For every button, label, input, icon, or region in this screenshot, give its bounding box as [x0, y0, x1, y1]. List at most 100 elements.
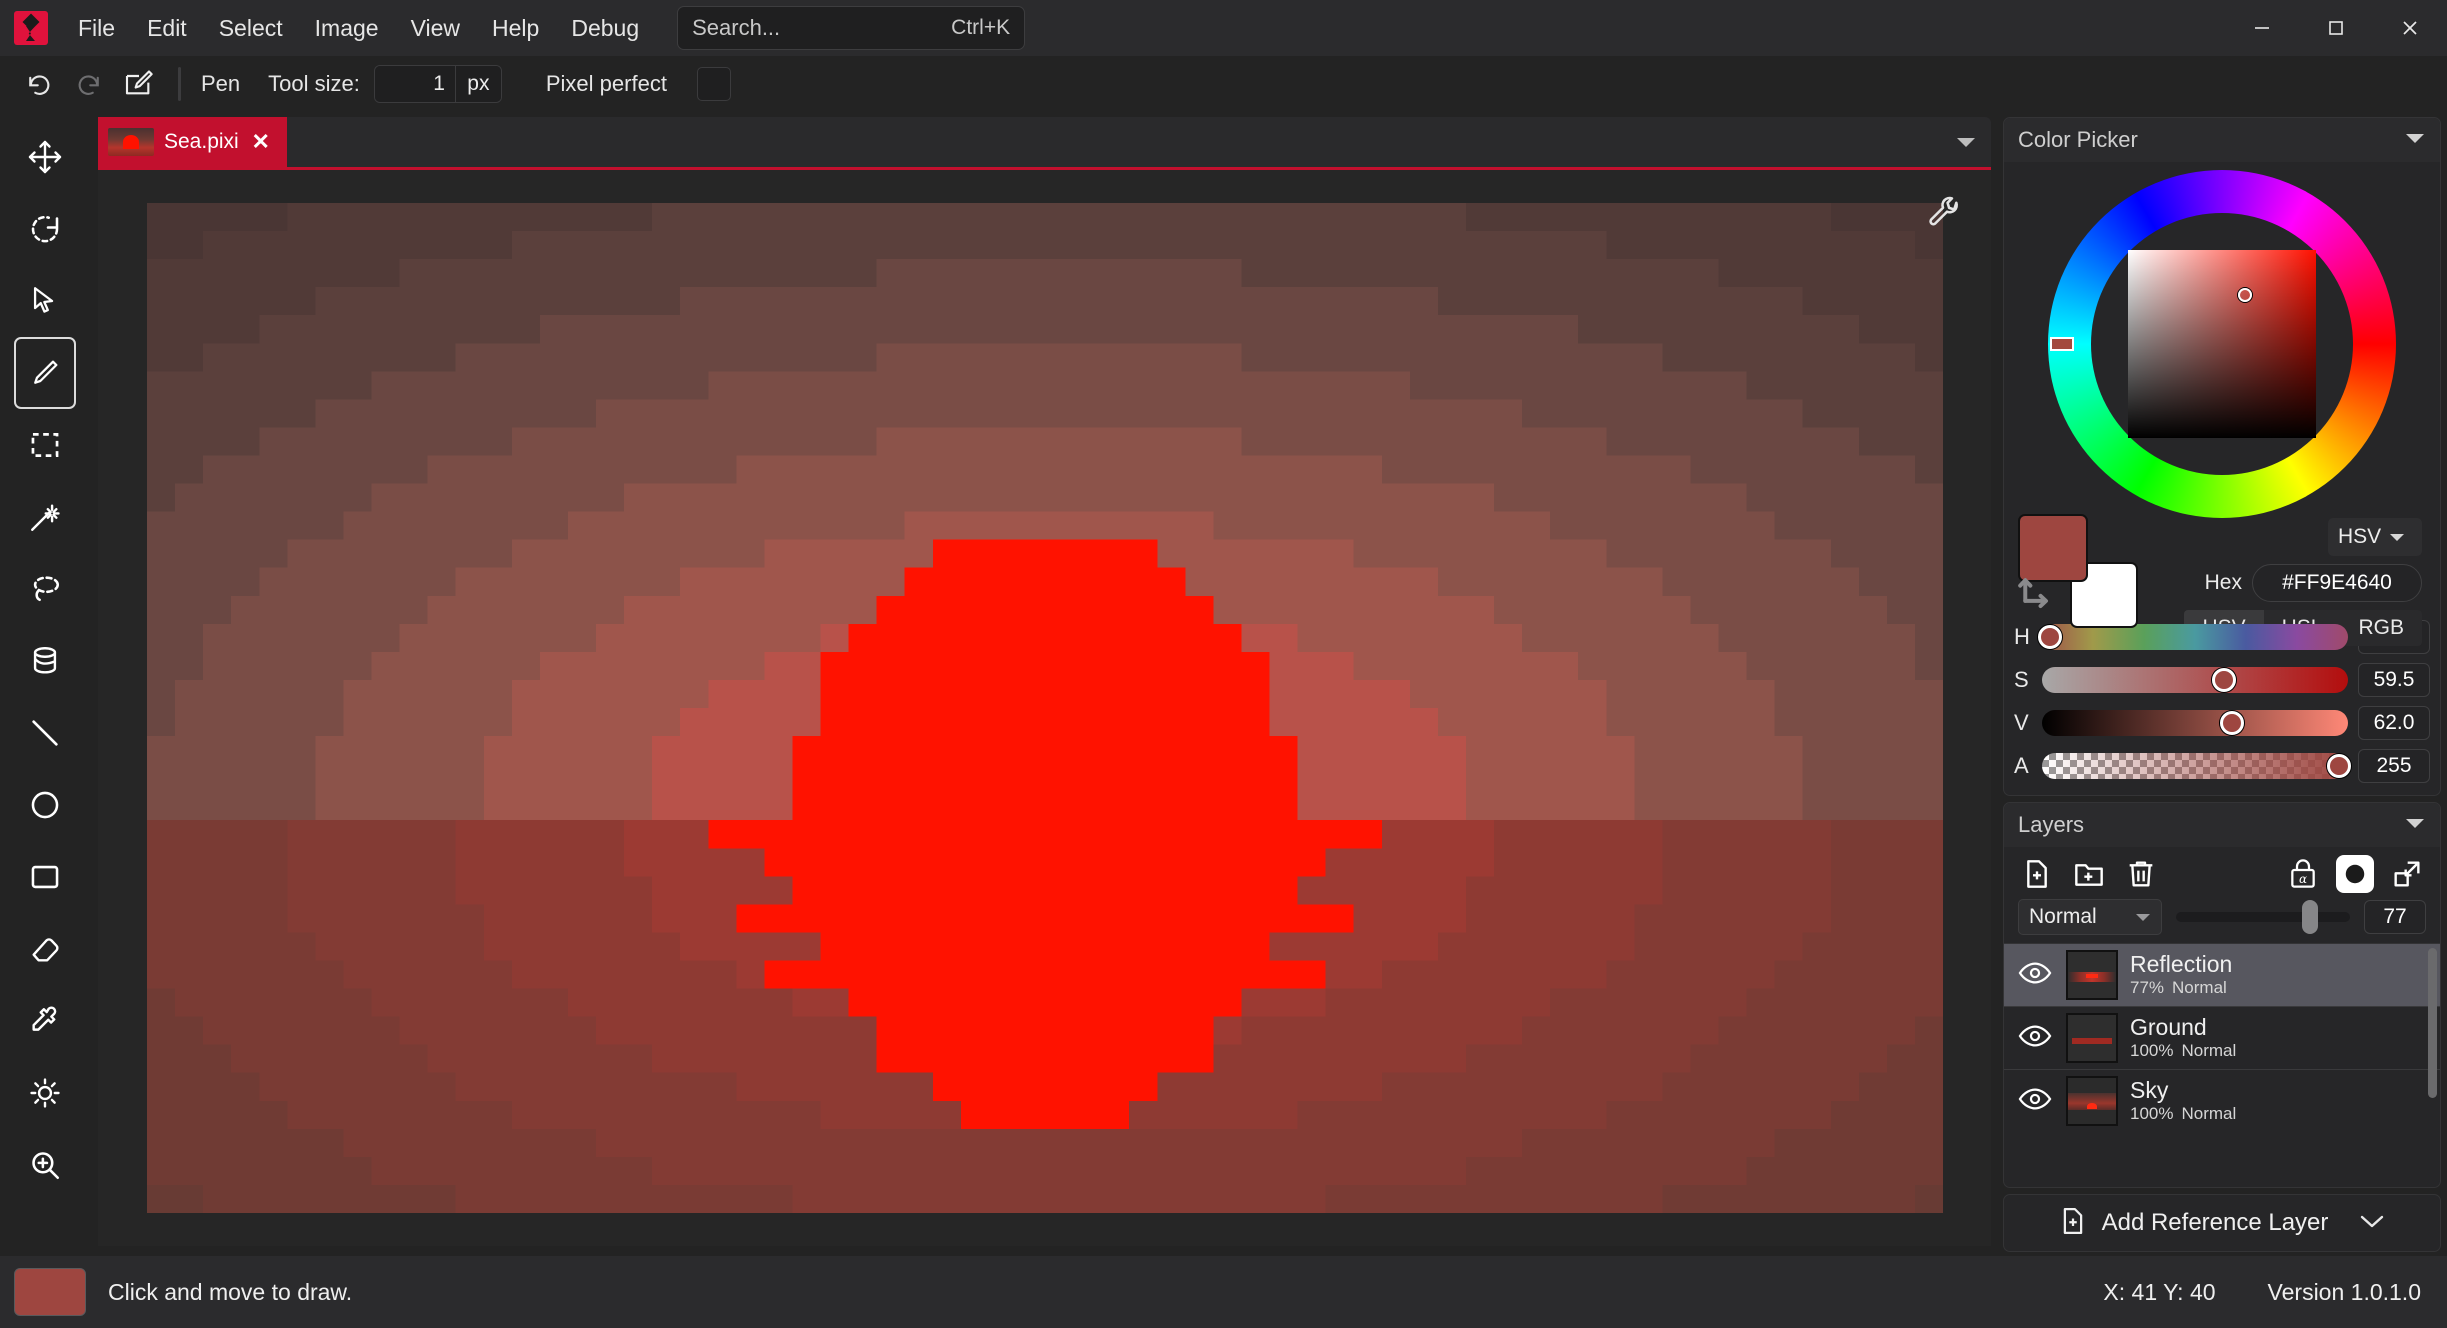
chevron-down-icon — [2390, 533, 2405, 541]
saturation-slider-knob[interactable] — [2212, 668, 2237, 692]
brightness-tool[interactable] — [14, 1057, 76, 1129]
minimize-button[interactable] — [2225, 0, 2299, 56]
magic-wand-tool[interactable] — [14, 481, 76, 553]
color-picker-header[interactable]: Color Picker — [2004, 118, 2440, 162]
tab-close-icon[interactable]: ✕ — [249, 129, 273, 155]
close-button[interactable] — [2373, 0, 2447, 56]
maximize-button[interactable] — [2299, 0, 2373, 56]
saturation-slider-label: S — [2014, 667, 2029, 692]
menu-item-edit[interactable]: Edit — [133, 8, 201, 49]
hue-wheel-zone[interactable] — [2014, 170, 2430, 518]
canvas-viewport[interactable] — [98, 167, 1991, 1246]
select-tool[interactable] — [14, 265, 76, 337]
color-mode-select[interactable]: HSV — [2328, 518, 2422, 556]
layer-meta: Sky 100% Normal — [2130, 1078, 2236, 1123]
add-reference-layer-button[interactable]: Add Reference Layer — [2003, 1194, 2441, 1252]
tabstrip-menu-icon[interactable] — [1955, 117, 1991, 167]
layer-blend-text: Normal — [2181, 1040, 2237, 1060]
menu-item-help[interactable]: Help — [478, 8, 553, 49]
layer-list-scrollbar[interactable] — [2428, 948, 2437, 1098]
blend-row: Normal 77 — [2004, 897, 2440, 943]
search-input[interactable]: Search... Ctrl+K — [677, 6, 1026, 50]
zoom-tool[interactable] — [14, 1129, 76, 1201]
ellipse-tool[interactable] — [14, 769, 76, 841]
add-reference-layer-label: Add Reference Layer — [2101, 1209, 2329, 1236]
layers-header[interactable]: Layers — [2004, 803, 2440, 847]
edit-pencil-icon[interactable] — [114, 62, 164, 106]
layer-item-reflection[interactable]: Reflection 77% Normal — [2004, 944, 2440, 1006]
layer-sub: 77% Normal — [2130, 978, 2232, 998]
pixel-art-canvas[interactable] — [146, 203, 1943, 1213]
rotate-tool[interactable] — [14, 193, 76, 265]
alpha-slider-knob[interactable] — [2326, 754, 2351, 778]
eyedropper-tool[interactable] — [14, 985, 76, 1057]
onion-skin-button[interactable] — [2336, 855, 2374, 893]
menu-item-debug[interactable]: Debug — [557, 8, 653, 49]
redo-icon[interactable] — [64, 62, 114, 106]
hue-slider-knob[interactable] — [2037, 625, 2062, 649]
menu-item-file[interactable]: File — [64, 8, 129, 49]
layer-opacity-input[interactable]: 77 — [2364, 900, 2426, 934]
right-dock: Color Picker HSV Hex #FF9E4640 RGB H S 5… — [1999, 111, 2447, 1256]
status-color-swatch[interactable] — [14, 1268, 86, 1316]
pen-tool[interactable] — [14, 337, 76, 409]
chevron-down-icon[interactable] — [2404, 816, 2426, 835]
saturation-slider[interactable] — [2042, 667, 2348, 693]
move-tool[interactable] — [14, 121, 76, 193]
layer-opacity-slider[interactable] — [2176, 900, 2350, 934]
tool-size-stepper[interactable]: 1 px — [373, 64, 502, 103]
paint-bucket-tool[interactable] — [14, 625, 76, 697]
hue-cursor[interactable] — [2050, 337, 2074, 351]
toolbar-divider — [178, 66, 181, 101]
rectangle-select-tool[interactable] — [14, 409, 76, 481]
saturation-value-input[interactable]: 59.5 — [2358, 663, 2430, 697]
blend-mode-select[interactable]: Normal — [2018, 899, 2162, 935]
layer-item-ground[interactable]: Ground 100% Normal — [2004, 1006, 2440, 1069]
chevron-down-icon[interactable] — [2358, 1212, 2386, 1235]
merge-layers-button[interactable] — [2388, 855, 2426, 893]
layer-item-sky[interactable]: Sky 100% Normal — [2004, 1069, 2440, 1132]
undo-icon[interactable] — [14, 62, 64, 106]
value-slider[interactable] — [2042, 710, 2348, 736]
eye-icon[interactable] — [2018, 961, 2054, 990]
alpha-value-input[interactable]: 255 — [2358, 749, 2430, 783]
line-tool[interactable] — [14, 697, 76, 769]
menu-item-select[interactable]: Select — [205, 8, 297, 49]
search-shortcut-hint: Ctrl+K — [951, 16, 1011, 39]
swap-arrows-icon[interactable] — [2016, 570, 2060, 615]
value-slider-knob[interactable] — [2219, 711, 2244, 735]
lasso-tool[interactable] — [14, 553, 76, 625]
eye-icon[interactable] — [2018, 1024, 2054, 1053]
menu-item-view[interactable]: View — [397, 8, 474, 49]
wrench-icon[interactable] — [1925, 192, 1965, 232]
hue-wheel[interactable] — [2048, 170, 2396, 518]
layer-opacity-knob[interactable] — [2301, 900, 2318, 934]
layer-list[interactable]: Reflection 77% Normal Ground 100% Normal… — [2004, 943, 2440, 1187]
hex-input[interactable]: #FF9E4640 — [2252, 564, 2422, 602]
eye-icon[interactable] — [2018, 1087, 2054, 1116]
rectangle-tool[interactable] — [14, 841, 76, 913]
menu-item-image[interactable]: Image — [301, 8, 393, 49]
add-layer-button[interactable] — [2018, 855, 2056, 893]
layer-opacity-text: 100% — [2130, 1040, 2174, 1060]
add-group-button[interactable] — [2070, 855, 2108, 893]
saturation-value-square[interactable] — [2128, 250, 2316, 438]
tab-rgb[interactable]: RGB — [2340, 610, 2422, 646]
lock-alpha-button[interactable]: α — [2284, 855, 2322, 893]
active-tool-name: Pen — [201, 70, 241, 96]
layer-thumbnail — [2066, 950, 2118, 1000]
slider-row-saturation: S 59.5 — [2014, 663, 2430, 697]
layer-blend-text: Normal — [2181, 1103, 2237, 1123]
value-value-input[interactable]: 62.0 — [2358, 706, 2430, 740]
delete-layer-button[interactable] — [2122, 855, 2160, 893]
alpha-slider[interactable] — [2042, 753, 2351, 779]
chevron-down-icon[interactable] — [2404, 131, 2426, 150]
eraser-tool[interactable] — [14, 913, 76, 985]
hex-label: Hex — [2204, 571, 2242, 594]
pixel-perfect-checkbox[interactable] — [696, 66, 731, 101]
alpha-slider-label: A — [2014, 753, 2029, 778]
layer-meta: Reflection 77% Normal — [2130, 952, 2232, 997]
sv-cursor[interactable] — [2237, 288, 2252, 303]
document-tab-sea[interactable]: Sea.pixi ✕ — [98, 117, 287, 167]
tool-size-input[interactable]: 1 — [374, 65, 455, 102]
